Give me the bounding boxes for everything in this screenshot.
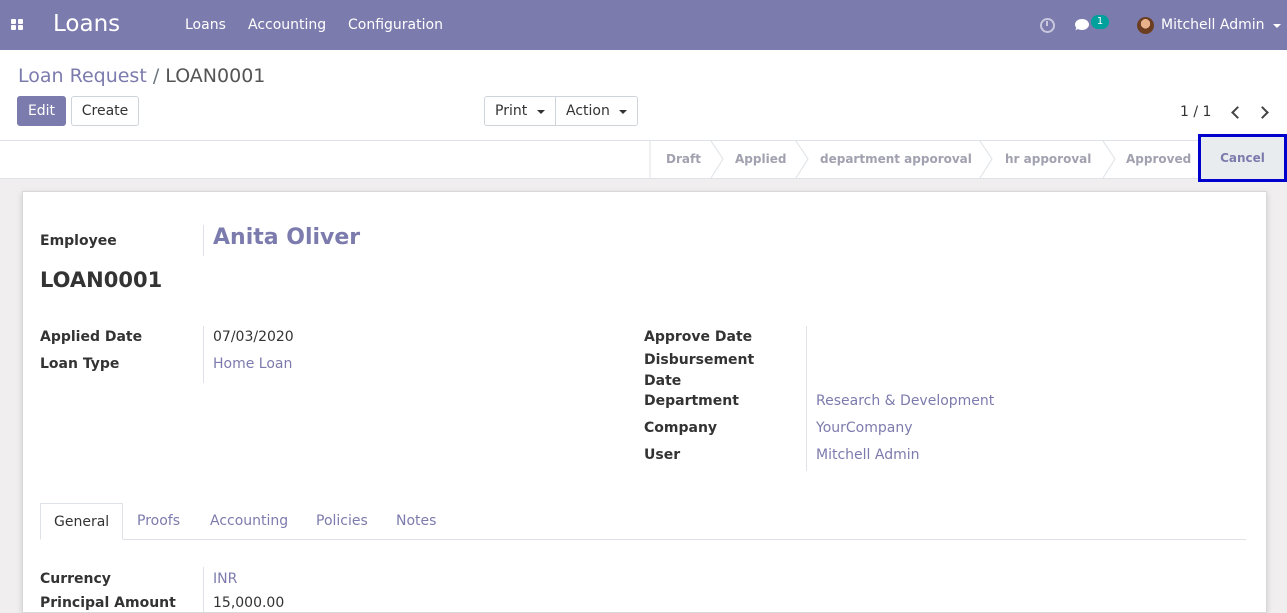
divider: [203, 567, 204, 612]
user-label: User: [644, 447, 681, 463]
action-label: Action: [566, 103, 610, 119]
activity-clock-icon[interactable]: [1040, 18, 1055, 33]
breadcrumb-parent-link[interactable]: Loan Request: [18, 65, 147, 87]
chat-icon[interactable]: [1075, 19, 1089, 30]
tab-accounting[interactable]: Accounting: [210, 503, 288, 539]
stage-hr-approval[interactable]: hr apporoval: [1005, 141, 1091, 178]
employee-label: Employee: [40, 233, 117, 249]
stage-draft[interactable]: Draft: [666, 141, 701, 178]
principal-amount-label: Principal Amount: [40, 595, 176, 611]
next-record-icon[interactable]: [1256, 106, 1269, 119]
user-menu-caret-icon[interactable]: [1273, 24, 1281, 28]
department-value[interactable]: Research & Development: [816, 393, 994, 409]
top-navbar: Loans Loans Accounting Configuration 1 M…: [0, 0, 1287, 50]
employee-value[interactable]: Anita Oliver: [213, 225, 360, 250]
approve-date-label: Approve Date: [644, 329, 753, 345]
chat-count-badge: 1: [1091, 15, 1109, 29]
previous-record-icon[interactable]: [1231, 106, 1244, 119]
apps-menu-icon[interactable]: [11, 19, 24, 31]
loan-type-value[interactable]: Home Loan: [213, 356, 292, 372]
company-label: Company: [644, 420, 718, 436]
breadcrumb: Loan Request / LOAN0001: [18, 65, 265, 87]
currency-value[interactable]: INR: [213, 571, 237, 587]
currency-label: Currency: [40, 571, 111, 587]
stage-approved[interactable]: Approved: [1126, 141, 1191, 178]
company-value[interactable]: YourCompany: [816, 420, 913, 436]
menu-accounting[interactable]: Accounting: [248, 17, 326, 33]
applied-date-label: Applied Date: [40, 329, 143, 345]
user-menu[interactable]: Mitchell Admin: [1161, 17, 1265, 33]
department-label: Department: [644, 393, 739, 409]
create-button[interactable]: Create: [71, 96, 139, 126]
action-caret-icon: [619, 110, 627, 114]
tab-notes[interactable]: Notes: [396, 503, 436, 539]
disbursement-date-label: Disbursement Date: [644, 352, 755, 389]
applied-date-value[interactable]: 07/03/2020: [213, 329, 294, 345]
stage-department-approval[interactable]: department apporoval: [820, 141, 972, 178]
tab-general[interactable]: General: [40, 503, 124, 540]
form-sheet: Employee Anita Oliver LOAN0001 Applied D…: [22, 191, 1267, 613]
divider: [203, 225, 204, 256]
control-panel: Loan Request / LOAN0001 Edit Create Prin…: [0, 50, 1287, 141]
print-caret-icon: [537, 110, 545, 114]
tab-proofs[interactable]: Proofs: [137, 503, 180, 539]
action-dropdown[interactable]: Action: [555, 96, 638, 126]
user-value[interactable]: Mitchell Admin: [816, 447, 920, 463]
stage-separators: [649, 141, 1116, 178]
divider: [806, 326, 807, 471]
breadcrumb-separator: /: [152, 65, 160, 87]
tab-policies[interactable]: Policies: [316, 503, 368, 539]
menu-configuration[interactable]: Configuration: [348, 17, 443, 33]
menu-loans[interactable]: Loans: [185, 17, 226, 33]
loan-type-label: Loan Type: [40, 356, 120, 372]
print-label: Print: [495, 103, 528, 119]
breadcrumb-current: LOAN0001: [165, 65, 266, 87]
app-title: Loans: [53, 11, 121, 37]
print-dropdown[interactable]: Print: [484, 96, 556, 126]
pager-value[interactable]: 1 / 1: [1180, 104, 1211, 120]
loan-number: LOAN0001: [40, 268, 163, 292]
status-bar: Draft Applied department apporoval hr ap…: [0, 134, 1287, 182]
edit-button[interactable]: Edit: [17, 96, 66, 126]
stage-applied[interactable]: Applied: [735, 141, 786, 178]
principal-amount-value[interactable]: 15,000.00: [213, 595, 284, 611]
stage-cancel[interactable]: Cancel: [1198, 134, 1287, 182]
divider: [203, 326, 204, 383]
notebook-tabs: General Proofs Accounting Policies Notes: [40, 503, 1246, 540]
avatar[interactable]: [1137, 17, 1154, 34]
